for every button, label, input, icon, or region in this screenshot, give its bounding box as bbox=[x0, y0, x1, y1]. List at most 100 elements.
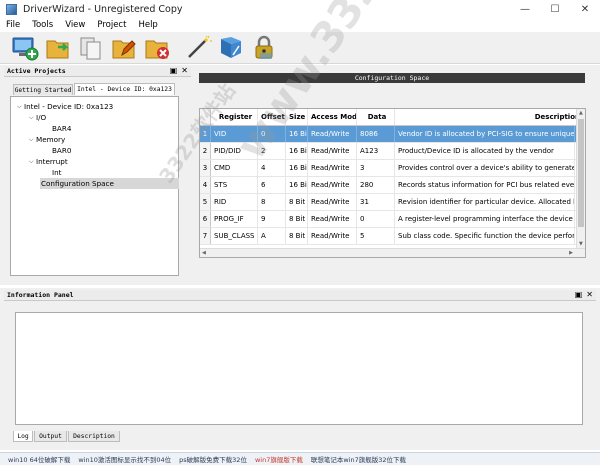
table-row[interactable]: 2 PID/DID 2 16 Bit Read/Write A123 Product/Dev… bbox=[200, 143, 585, 160]
menu-view[interactable]: View bbox=[59, 20, 91, 30]
tree-node-int[interactable]: Int bbox=[52, 167, 62, 178]
cell-num[interactable]: 7 bbox=[200, 228, 211, 244]
cell-access[interactable]: Read/Write bbox=[308, 228, 357, 244]
scroll-right-icon[interactable]: ▶ bbox=[569, 250, 573, 256]
cell-access[interactable]: Read/Write bbox=[308, 160, 357, 176]
collapse-icon[interactable]: ⌵ bbox=[29, 136, 36, 144]
menu-tools[interactable]: Tools bbox=[26, 20, 59, 30]
tree-node-bar4[interactable]: BAR4 bbox=[52, 123, 71, 134]
cell-register[interactable]: PID/DID bbox=[211, 143, 258, 159]
cell-description[interactable]: Provides control over a device's ability… bbox=[395, 160, 575, 176]
tree-node-device[interactable]: ⌵ Intel - Device ID: 0xa123 bbox=[17, 101, 113, 112]
bottom-link[interactable]: 联想笔记本win7旗舰版32位下载 bbox=[311, 454, 406, 464]
close-button[interactable]: ✕ bbox=[570, 0, 600, 18]
cell-data[interactable]: 8086 bbox=[357, 126, 395, 142]
maximize-button[interactable]: ☐ bbox=[540, 0, 570, 18]
cell-data[interactable]: 0 bbox=[357, 211, 395, 227]
table-row[interactable]: 7 SUB_CLASS A 8 Bit Read/Write 5 Sub class cod… bbox=[200, 228, 585, 245]
cell-size[interactable]: 8 Bit bbox=[286, 211, 308, 227]
tab-log[interactable]: Log bbox=[13, 431, 33, 442]
cell-size[interactable]: 8 Bit bbox=[286, 228, 308, 244]
vertical-scroll-thumb[interactable] bbox=[578, 119, 584, 227]
collapse-icon[interactable]: ⌵ bbox=[29, 114, 36, 122]
tab-description[interactable]: Description bbox=[68, 431, 120, 442]
col-access-mode[interactable]: Access Mode bbox=[308, 109, 357, 125]
col-data[interactable]: Data bbox=[357, 109, 395, 125]
cell-access[interactable]: Read/Write bbox=[308, 143, 357, 159]
tab-getting-started[interactable]: Getting Started bbox=[13, 84, 73, 95]
scroll-up-icon[interactable]: ▲ bbox=[579, 110, 583, 116]
tree-node-bar0[interactable]: BAR0 bbox=[52, 145, 71, 156]
cell-description[interactable]: Records status information for PCI bus r… bbox=[395, 177, 575, 193]
cell-access[interactable]: Read/Write bbox=[308, 194, 357, 210]
bottom-link[interactable]: win10激活图标显示找不到04位 bbox=[78, 454, 171, 464]
cell-register[interactable]: RID bbox=[211, 194, 258, 210]
tree-node-io[interactable]: ⌵ I/O bbox=[29, 112, 46, 123]
cell-size[interactable]: 16 Bit bbox=[286, 177, 308, 193]
cell-data[interactable]: A123 bbox=[357, 143, 395, 159]
tab-device-project[interactable]: Intel - Device ID: 0xa123 bbox=[74, 83, 175, 95]
tree-node-interrupt[interactable]: ⌵ Interrupt bbox=[29, 156, 68, 167]
horizontal-scrollbar[interactable]: ◀ ▶ bbox=[200, 248, 585, 257]
vertical-scrollbar[interactable]: ▲ ▼ bbox=[576, 109, 585, 248]
cell-num[interactable]: 6 bbox=[200, 211, 211, 227]
new-project-icon[interactable] bbox=[10, 33, 40, 63]
menu-project[interactable]: Project bbox=[91, 20, 132, 30]
col-size[interactable]: Size bbox=[286, 109, 308, 125]
table-row[interactable]: 3 CMD 4 16 Bit Read/Write 3 Provides control o… bbox=[200, 160, 585, 177]
copy-icon[interactable] bbox=[76, 33, 106, 63]
scroll-down-icon[interactable]: ▼ bbox=[579, 241, 583, 247]
table-row[interactable]: 4 STS 6 16 Bit Read/Write 280 Records status i… bbox=[200, 177, 585, 194]
menu-help[interactable]: Help bbox=[132, 20, 163, 30]
scroll-left-icon[interactable]: ◀ bbox=[202, 250, 206, 256]
close-panel-icon[interactable]: ✕ bbox=[181, 66, 188, 75]
cell-offset[interactable]: 4 bbox=[258, 160, 286, 176]
minimize-button[interactable]: — bbox=[510, 0, 540, 18]
edit-icon[interactable] bbox=[109, 33, 139, 63]
cell-data[interactable]: 5 bbox=[357, 228, 395, 244]
cell-num[interactable]: 2 bbox=[200, 143, 211, 159]
tab-output[interactable]: Output bbox=[34, 431, 67, 442]
collapse-icon[interactable]: ⌵ bbox=[29, 158, 36, 166]
cell-register[interactable]: PROG_IF bbox=[211, 211, 258, 227]
cell-size[interactable]: 16 Bit bbox=[286, 160, 308, 176]
bottom-link[interactable]: win10 64位破解下载 bbox=[8, 454, 70, 464]
cell-description[interactable]: Product/Device ID is allocated by the ve… bbox=[395, 143, 575, 159]
cell-size[interactable]: 16 Bit bbox=[286, 143, 308, 159]
delete-icon[interactable] bbox=[142, 33, 172, 63]
cell-size[interactable]: 16 Bit bbox=[286, 126, 308, 142]
generate-code-icon[interactable] bbox=[216, 33, 246, 63]
col-offset[interactable]: Offset bbox=[258, 109, 286, 125]
information-output-area[interactable] bbox=[15, 312, 583, 425]
table-row[interactable]: 5 RID 8 8 Bit Read/Write 31 Revision identifie… bbox=[200, 194, 585, 211]
cell-num[interactable]: 3 bbox=[200, 160, 211, 176]
cell-offset[interactable]: 8 bbox=[258, 194, 286, 210]
table-row[interactable]: 1 VID 0 16 Bit Read/Write 8086 Vendor ID is al… bbox=[200, 126, 585, 143]
cell-access[interactable]: Read/Write bbox=[308, 177, 357, 193]
cell-description[interactable]: Sub class code. Specific function the de… bbox=[395, 228, 575, 244]
cell-num[interactable]: 1 bbox=[200, 126, 211, 142]
cell-offset[interactable]: 6 bbox=[258, 177, 286, 193]
col-register[interactable]: Register bbox=[211, 109, 258, 125]
float-panel-icon[interactable]: ▣ bbox=[575, 290, 583, 299]
menu-file[interactable]: File bbox=[0, 20, 26, 30]
cell-offset[interactable]: 9 bbox=[258, 211, 286, 227]
bottom-link[interactable]: ps破解版免费下载32位 bbox=[179, 454, 247, 464]
cell-access[interactable]: Read/Write bbox=[308, 211, 357, 227]
cell-data[interactable]: 3 bbox=[357, 160, 395, 176]
cell-description[interactable]: A register-level programming interface t… bbox=[395, 211, 575, 227]
cell-data[interactable]: 280 bbox=[357, 177, 395, 193]
cell-offset[interactable]: A bbox=[258, 228, 286, 244]
col-description[interactable]: Description bbox=[395, 109, 585, 125]
cell-register[interactable]: CMD bbox=[211, 160, 258, 176]
collapse-icon[interactable]: ⌵ bbox=[17, 103, 24, 111]
cell-access[interactable]: Read/Write bbox=[308, 126, 357, 142]
bottom-link[interactable]: win7旗舰版下载 bbox=[255, 454, 303, 464]
close-panel-icon[interactable]: ✕ bbox=[586, 290, 593, 299]
wand-icon[interactable] bbox=[183, 33, 213, 63]
cell-offset[interactable]: 0 bbox=[258, 126, 286, 142]
cell-register[interactable]: STS bbox=[211, 177, 258, 193]
float-panel-icon[interactable]: ▣ bbox=[170, 66, 178, 75]
cell-offset[interactable]: 2 bbox=[258, 143, 286, 159]
cell-data[interactable]: 31 bbox=[357, 194, 395, 210]
